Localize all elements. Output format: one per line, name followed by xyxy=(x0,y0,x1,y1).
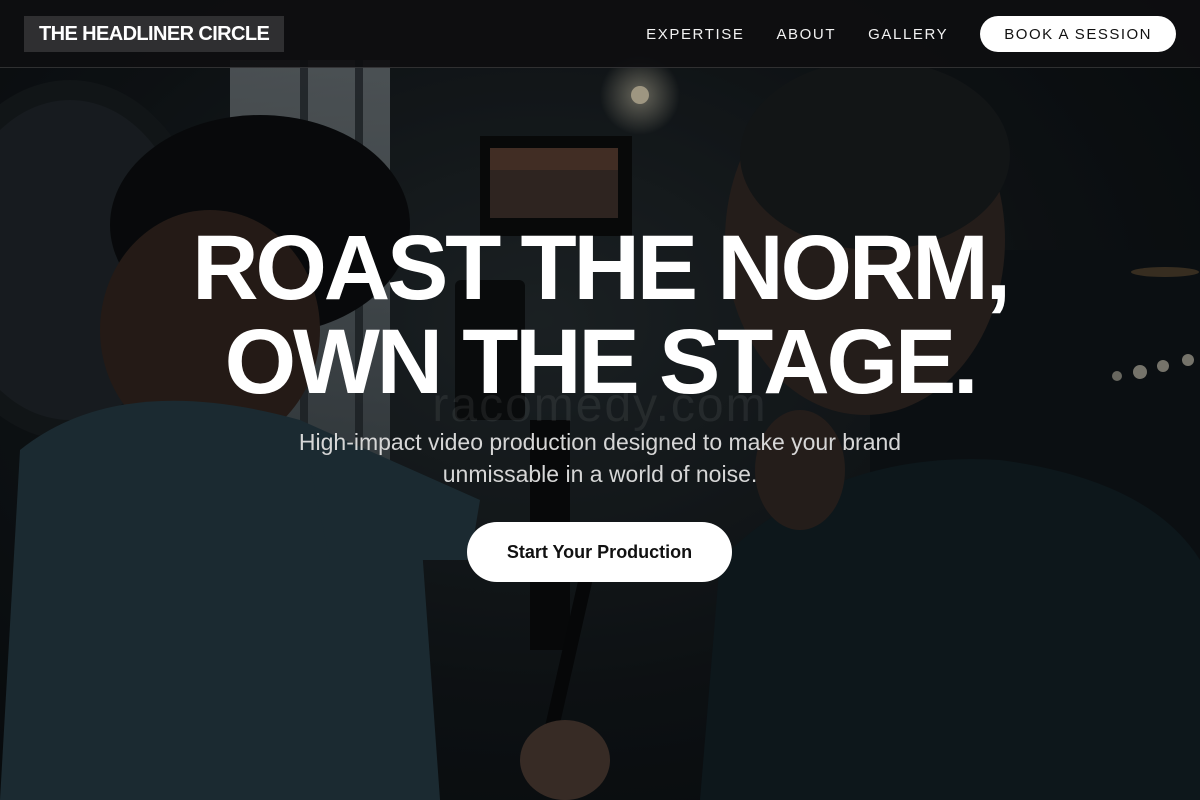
nav-links: EXPERTISE ABOUT GALLERY BOOK A SESSION xyxy=(646,16,1176,52)
hero-section: ROAST THE NORM, OWN THE STAGE. racomedy.… xyxy=(0,68,1200,800)
book-session-button[interactable]: BOOK A SESSION xyxy=(980,16,1176,52)
start-production-button[interactable]: Start Your Production xyxy=(467,522,732,582)
nav-link-about[interactable]: ABOUT xyxy=(776,26,836,43)
brand-logo[interactable]: THE HEADLINER CIRCLE xyxy=(24,16,285,52)
watermark-text: racomedy.com xyxy=(432,379,768,432)
hero-subtitle: High-impact video production designed to… xyxy=(298,429,902,487)
top-navbar: THE HEADLINER CIRCLE EXPERTISE ABOUT GAL… xyxy=(0,0,1200,68)
nav-link-gallery[interactable]: GALLERY xyxy=(868,26,948,43)
hero-headline-line-1: ROAST THE NORM, xyxy=(192,217,1011,319)
nav-link-expertise[interactable]: EXPERTISE xyxy=(646,26,744,43)
